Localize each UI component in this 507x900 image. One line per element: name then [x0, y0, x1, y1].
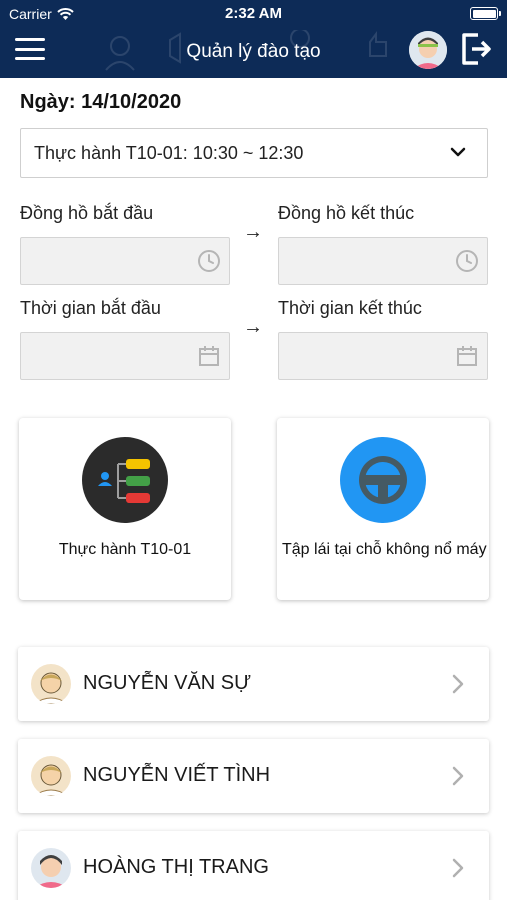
status-time: 2:32 AM — [225, 5, 282, 22]
calendar-icon — [457, 346, 477, 366]
calendar-icon — [199, 346, 219, 366]
chevron-right-icon — [452, 766, 464, 786]
student-name: NGUYỄN VIẾT TÌNH — [83, 764, 271, 786]
student-row[interactable]: NGUYỄN VĂN SỰ — [18, 647, 489, 721]
user-avatar[interactable] — [409, 31, 447, 69]
clock-start-field[interactable] — [20, 237, 230, 285]
lesson-card[interactable]: Tập lái tại chỗ không nổ máy — [277, 418, 489, 600]
clock-icon — [198, 250, 220, 272]
clock-start-label: Đồng hồ bắt đầu — [20, 203, 154, 223]
class-card-label: Thực hành T10-01 — [58, 541, 192, 558]
chevron-right-icon — [452, 858, 464, 878]
steering-wheel-icon — [340, 437, 426, 523]
avatar-icon — [31, 848, 71, 888]
clock-icon — [456, 250, 478, 272]
lesson-card-label: Tập lái tại chỗ không nổ máy — [282, 541, 487, 558]
time-arrow: → — [243, 316, 263, 338]
student-name: NGUYỄN VĂN SỰ — [83, 672, 252, 694]
time-start-label: Thời gian bắt đầu — [20, 298, 161, 318]
student-avatar — [31, 664, 71, 704]
student-avatar — [31, 756, 71, 796]
time-end-label: Thời gian kết thúc — [278, 298, 422, 318]
logout-icon[interactable] — [459, 32, 493, 66]
session-date: Ngày: 14/10/2020 — [20, 91, 182, 113]
class-select-value: Thực hành T10-01: 10:30 ~ 12:30 — [34, 142, 304, 163]
battery-icon — [470, 7, 501, 20]
mindmap-icon-graphic — [98, 459, 150, 503]
avatar-icon — [31, 756, 71, 796]
time-start-field[interactable] — [20, 332, 230, 380]
steering-wheel-graphic — [359, 456, 407, 504]
mindmap-icon — [82, 437, 168, 523]
time-end-field[interactable] — [278, 332, 488, 380]
clock-arrow: → — [243, 221, 263, 243]
class-card[interactable]: Thực hành T10-01 — [19, 418, 231, 600]
student-row[interactable]: HOÀNG THỊ TRANG — [18, 831, 489, 900]
chevron-down-icon — [450, 147, 466, 157]
student-name: HOÀNG THỊ TRANG — [83, 856, 269, 878]
class-select[interactable]: Thực hành T10-01: 10:30 ~ 12:30 — [20, 128, 488, 178]
app-header: Carrier 2:32 AM Quản lý đào tạo — [0, 0, 507, 78]
status-bar: Carrier 2:32 AM — [0, 0, 507, 26]
avatar-icon — [409, 31, 447, 69]
nav-bar: Quản lý đào tạo — [0, 28, 507, 74]
chevron-right-icon — [452, 674, 464, 694]
student-avatar — [31, 848, 71, 888]
clock-end-label: Đồng hồ kết thúc — [278, 203, 415, 223]
student-row[interactable]: NGUYỄN VIẾT TÌNH — [18, 739, 489, 813]
clock-end-field[interactable] — [278, 237, 488, 285]
avatar-icon — [31, 664, 71, 704]
